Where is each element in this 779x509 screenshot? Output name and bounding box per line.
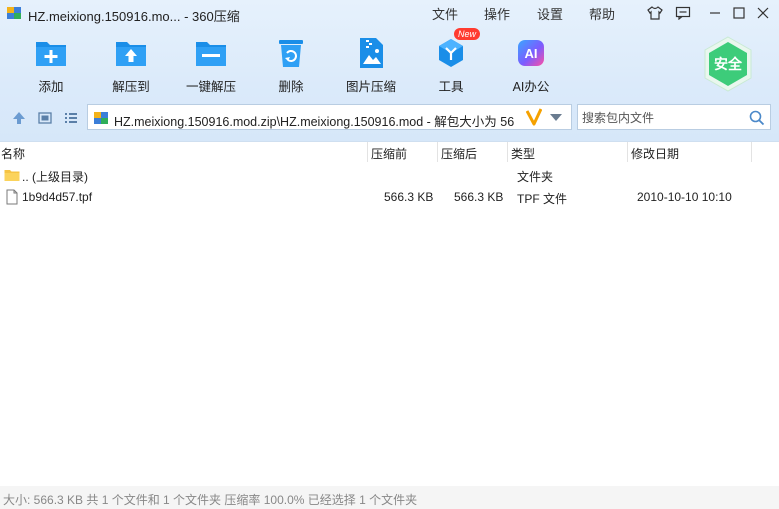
- toolbar-extract-to-label: 解压到: [112, 80, 150, 94]
- toolbar-add-label: 添加: [38, 80, 64, 94]
- toolbar-image-compress-button[interactable]: 图片压缩: [336, 36, 406, 95]
- search-box[interactable]: [577, 104, 771, 130]
- list-item-parent-dir[interactable]: .. (上级目录) 文件夹: [0, 164, 779, 186]
- feedback-button[interactable]: [674, 4, 692, 22]
- toolbar-ai-office-button[interactable]: AI AI办公: [496, 36, 566, 95]
- close-icon: [757, 7, 769, 19]
- column-header-type[interactable]: 类型: [511, 145, 535, 162]
- image-compress-icon: [354, 36, 388, 70]
- column-header-size-before[interactable]: 压缩前: [371, 145, 407, 162]
- status-text: 大小: 566.3 KB 共 1 个文件和 1 个文件夹 压缩率 100.0% …: [3, 493, 418, 507]
- add-icon: [34, 36, 68, 70]
- address-path: HZ.meixiong.150916.mod.zip\HZ.meixiong.1…: [114, 115, 515, 129]
- column-divider[interactable]: [437, 142, 438, 162]
- app-logo-icon: [7, 7, 21, 19]
- list-item-file[interactable]: 1b9d4d57.tpf 566.3 KB 566.3 KB TPF 文件 20…: [0, 186, 779, 208]
- list-header: 名称 压缩前 压缩后 类型 修改日期: [0, 142, 779, 162]
- delete-icon: [274, 36, 308, 70]
- v-check-icon: [526, 108, 542, 126]
- ai-office-icon: AI: [514, 36, 548, 70]
- menu-file[interactable]: 文件: [432, 4, 458, 23]
- shirt-icon: [647, 6, 663, 20]
- minimize-icon: [710, 12, 720, 14]
- close-button[interactable]: [754, 4, 772, 22]
- toolbar-delete-button[interactable]: 删除: [256, 36, 326, 95]
- toolbar-one-click-extract-button[interactable]: 一键解压: [176, 36, 246, 95]
- search-icon[interactable]: [749, 110, 765, 126]
- new-badge: New: [454, 28, 481, 40]
- toolbar-ai-office-label: AI办公: [512, 80, 550, 94]
- up-arrow-icon[interactable]: [11, 110, 27, 126]
- column-divider[interactable]: [751, 142, 752, 162]
- tools-icon: New: [434, 28, 481, 70]
- top-area: HZ.meixiong.150916.mo... - 360压缩 文件 操作 设…: [0, 0, 779, 142]
- archive-icon: [94, 112, 108, 124]
- toolbar-extract-to-button[interactable]: 解压到: [96, 36, 166, 95]
- ai-icon-text: AI: [525, 46, 538, 61]
- item-size-after: 566.3 KB: [454, 190, 504, 204]
- toolbar-one-click-extract-label: 一键解压: [185, 80, 236, 94]
- item-name: .. (上级目录): [22, 170, 88, 184]
- message-icon: [675, 6, 691, 20]
- toolbar-image-compress-label: 图片压缩: [345, 80, 396, 94]
- item-modified: 2010-10-10 10:10: [637, 190, 732, 204]
- item-type: TPF 文件: [517, 192, 567, 206]
- toolbar-add-button[interactable]: 添加: [16, 36, 86, 95]
- maximize-icon: [733, 7, 745, 19]
- skin-button[interactable]: [646, 4, 664, 22]
- status-bar: 大小: 566.3 KB 共 1 个文件和 1 个文件夹 压缩率 100.0% …: [0, 486, 779, 509]
- column-header-size-after[interactable]: 压缩后: [441, 145, 477, 162]
- one-click-extract-icon: [194, 36, 228, 70]
- safe-label: 安全: [714, 56, 742, 72]
- extract-to-icon: [114, 36, 148, 70]
- maximize-button[interactable]: [730, 4, 748, 22]
- minimize-button[interactable]: [706, 4, 724, 22]
- item-name: 1b9d4d57.tpf: [22, 190, 93, 204]
- column-header-modified[interactable]: 修改日期: [631, 145, 679, 162]
- menu-operation[interactable]: 操作: [484, 4, 510, 23]
- search-input[interactable]: [580, 108, 744, 128]
- address-bar[interactable]: HZ.meixiong.150916.mod.zip\HZ.meixiong.1…: [87, 104, 572, 130]
- column-divider[interactable]: [507, 142, 508, 162]
- chevron-down-icon[interactable]: [550, 114, 562, 122]
- toolbar-tools-button[interactable]: New 工具: [416, 28, 486, 95]
- column-divider[interactable]: [367, 142, 368, 162]
- folder-icon: [4, 170, 20, 181]
- item-type: 文件夹: [517, 170, 554, 184]
- column-divider[interactable]: [627, 142, 628, 162]
- window-title: HZ.meixiong.150916.mo... - 360压缩: [28, 9, 240, 24]
- menu-settings[interactable]: 设置: [537, 4, 563, 23]
- file-icon: [6, 189, 18, 205]
- menu-help[interactable]: 帮助: [589, 4, 615, 23]
- list-view-icon[interactable]: [63, 110, 79, 126]
- item-size-before: 566.3 KB: [384, 190, 434, 204]
- toolbar-tools-label: 工具: [438, 80, 464, 94]
- title-bar: HZ.meixiong.150916.mo... - 360压缩 文件 操作 设…: [0, 0, 779, 26]
- toolbar-delete-label: 删除: [278, 80, 304, 94]
- thumbnail-view-icon[interactable]: [37, 110, 53, 126]
- column-header-name[interactable]: 名称: [1, 145, 25, 162]
